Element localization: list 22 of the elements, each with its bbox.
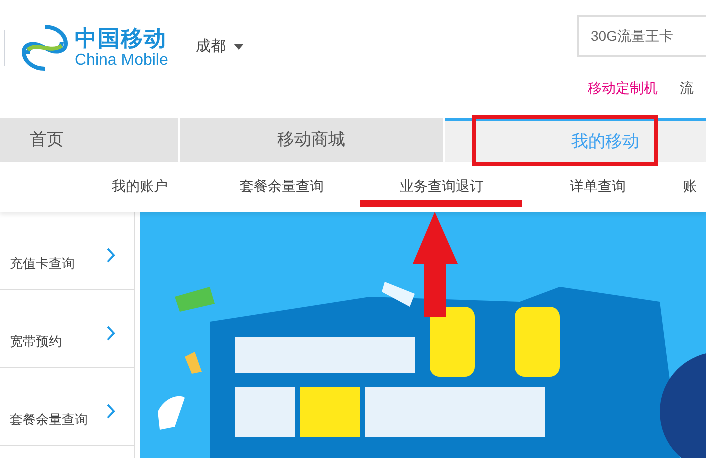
subnav-link[interactable]: 账 (683, 176, 697, 197)
nav-tab[interactable]: 移动商城 (180, 118, 443, 162)
header-link[interactable]: 流 (680, 78, 694, 99)
subnav-link[interactable]: 套餐余量查询 (240, 176, 324, 197)
caret-icon (234, 44, 244, 50)
sidebar-item[interactable]: 宽带预约 (0, 290, 134, 368)
header-link[interactable]: 移动定制机 (588, 78, 658, 99)
sidebar-item[interactable]: 充值卡查询 (0, 212, 134, 290)
logo-icon (20, 24, 70, 72)
subnav-link[interactable]: 我的账户 (112, 176, 168, 197)
search-field[interactable]: 30G流量王卡 (577, 15, 706, 57)
sidebar-item[interactable]: 套餐余量查询 (0, 368, 134, 446)
chevron-icon (107, 326, 116, 341)
subnav-link[interactable]: 业务查询退订 (400, 176, 484, 197)
city-selector[interactable]: 成都 (196, 36, 244, 58)
logo-subtitle: China Mobile (75, 52, 168, 68)
arrow-icon (413, 212, 458, 317)
chevron-icon (107, 404, 116, 419)
subnav-link[interactable]: 详单查询 (570, 176, 626, 197)
logo-title: 中国移动 (75, 28, 168, 50)
chevron-icon (107, 248, 116, 263)
nav-tab[interactable]: 首页 (0, 118, 178, 162)
